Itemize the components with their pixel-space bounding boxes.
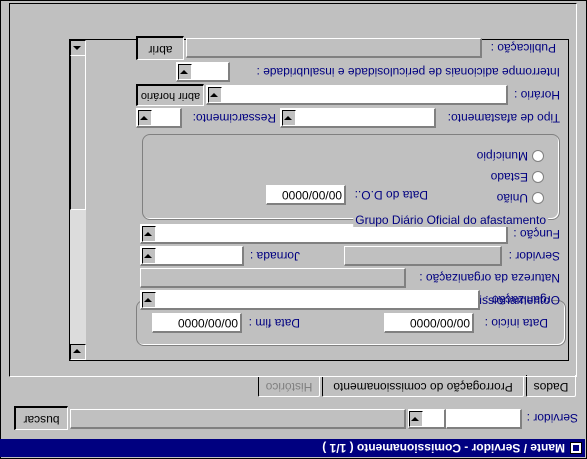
radio-uniao-label: União bbox=[496, 191, 528, 205]
diario-group-title: Grupo Diário Oficial do afastamento bbox=[353, 213, 548, 227]
chevron-down-icon[interactable] bbox=[409, 411, 423, 427]
chevron-down-icon[interactable] bbox=[208, 87, 222, 103]
chevron-down-icon[interactable] bbox=[142, 292, 156, 308]
main-window: Mante / Servidor - Comissionamento ( 1/1… bbox=[0, 0, 587, 459]
search-servidor-name bbox=[70, 409, 406, 429]
organizacao-select[interactable] bbox=[140, 290, 480, 310]
abrir-horario-button[interactable]: abrir horário bbox=[136, 84, 204, 106]
chevron-down-icon[interactable] bbox=[142, 248, 156, 264]
tab-dados[interactable]: Dados bbox=[526, 375, 576, 397]
scroll-down-icon[interactable] bbox=[70, 344, 86, 360]
radio-estado-label: Estado bbox=[490, 170, 528, 184]
data-do-label: Data do D.O.: bbox=[354, 188, 428, 202]
publicacao-field bbox=[186, 38, 482, 58]
tab-prorrogacao[interactable]: Prorrogação do comissionamento bbox=[322, 377, 524, 397]
chevron-down-icon[interactable] bbox=[178, 64, 192, 80]
title-bar: Mante / Servidor - Comissionamento ( 1/1… bbox=[0, 439, 585, 457]
data-inicio-label: Data início : bbox=[484, 316, 548, 330]
horario-select[interactable] bbox=[206, 85, 508, 105]
publicacao-label: Publicação : bbox=[490, 41, 556, 55]
ressarcimento-label: Ressarcimento: bbox=[192, 111, 276, 125]
jornada-label: Jornada : bbox=[249, 249, 300, 263]
search-servidor-input[interactable] bbox=[446, 409, 522, 429]
interrompe-label: Interrompe adicionais de periculosidade … bbox=[256, 65, 560, 79]
radio-uniao[interactable] bbox=[532, 192, 544, 204]
tab-historico[interactable]: Histórico bbox=[258, 377, 320, 397]
data-inicio-field[interactable]: 00/00/0000 bbox=[384, 313, 474, 333]
scroll-thumb[interactable] bbox=[70, 50, 86, 210]
radio-municipio[interactable] bbox=[532, 150, 544, 162]
natureza-label: Natureza da organização : bbox=[419, 271, 560, 285]
data-do-field[interactable]: 00/00/0000 bbox=[266, 185, 346, 205]
natureza-field bbox=[140, 268, 406, 288]
organizacao-label: Organização : bbox=[485, 293, 560, 307]
search-servidor-label: Servidor : bbox=[526, 411, 578, 425]
funcao-label: Função : bbox=[513, 227, 560, 241]
data-fim-label: Data fim : bbox=[248, 316, 300, 330]
data-fim-field[interactable]: 00/00/0000 bbox=[152, 313, 242, 333]
vertical-scrollbar[interactable] bbox=[70, 40, 86, 360]
radio-estado[interactable] bbox=[532, 171, 544, 183]
tipo-afastamento-label: Tipo de afastamento: bbox=[447, 111, 560, 125]
buscar-button[interactable]: buscar bbox=[14, 406, 68, 430]
window-title: Mante / Servidor - Comissionamento ( 1/1… bbox=[322, 441, 565, 455]
app-icon bbox=[570, 442, 582, 454]
abrir-publicacao-button[interactable]: abrir bbox=[136, 36, 184, 60]
funcao-select[interactable] bbox=[140, 224, 508, 244]
horario-label: Horário : bbox=[513, 88, 560, 102]
radio-municipio-label: Município bbox=[476, 149, 528, 163]
servidor-field bbox=[344, 246, 502, 266]
chevron-down-icon[interactable] bbox=[142, 226, 156, 242]
chevron-down-icon[interactable] bbox=[282, 110, 296, 126]
servidor-label: Servidor : bbox=[508, 249, 560, 263]
tipo-afastamento-select[interactable] bbox=[280, 108, 436, 128]
chevron-down-icon[interactable] bbox=[138, 110, 152, 126]
scroll-up-icon[interactable] bbox=[70, 40, 86, 56]
